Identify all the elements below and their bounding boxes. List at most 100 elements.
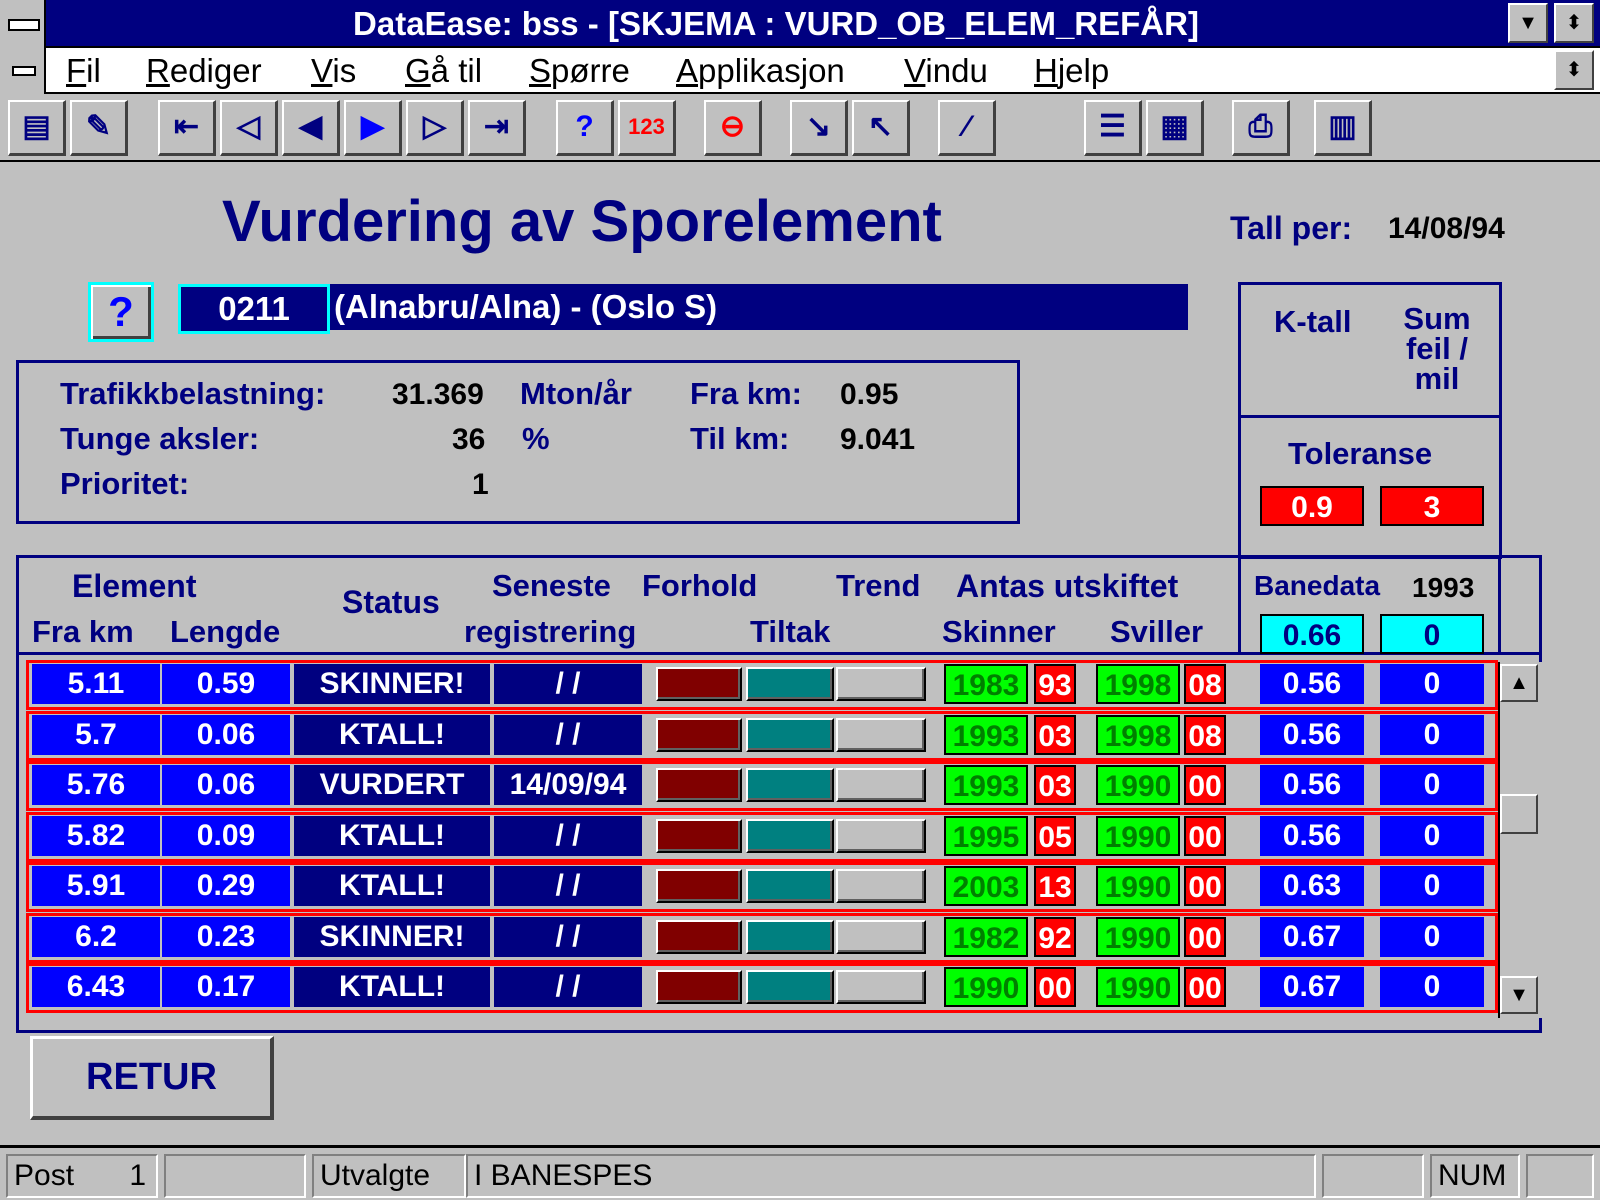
document-system-menu-icon[interactable] — [0, 48, 46, 94]
new-form-icon[interactable]: ▤ — [8, 100, 66, 156]
help-lookup-button[interactable]: ? — [88, 282, 154, 342]
row-registrering[interactable]: / / — [494, 967, 642, 1007]
row-registrering[interactable]: / / — [494, 714, 642, 755]
tiltak-button[interactable] — [836, 818, 926, 853]
row-registrering[interactable]: / / — [494, 815, 642, 856]
row-fra-km[interactable]: 5.76 — [32, 765, 160, 805]
next-page-icon[interactable]: ▷ — [406, 100, 464, 156]
system-menu-icon[interactable] — [0, 0, 46, 48]
row-lengde[interactable]: 0.09 — [162, 815, 290, 856]
trend-button[interactable] — [746, 869, 834, 903]
forhold-button[interactable] — [656, 970, 742, 1004]
design-icon[interactable]: ✎ — [70, 100, 128, 156]
status-empty-1 — [164, 1154, 306, 1198]
row-lengde[interactable]: 0.06 — [162, 765, 290, 805]
menu-rediger[interactable]: Rediger — [146, 48, 262, 94]
row-status: KTALL! — [294, 815, 490, 856]
scroll-up-button[interactable]: ▲ — [1500, 664, 1538, 702]
to-km-label: Til km: — [690, 421, 790, 456]
row-fra-km[interactable]: 5.11 — [32, 664, 160, 704]
search-icon[interactable]: ⊖ — [704, 100, 762, 156]
menu-hjelp[interactable]: Hjelp — [1034, 48, 1109, 94]
traffic-value: 31.369 — [392, 378, 484, 411]
tall-per-label: Tall per: — [1230, 210, 1353, 246]
tiltak-button[interactable] — [836, 919, 926, 954]
tiltak-button[interactable] — [836, 970, 926, 1004]
forhold-button[interactable] — [656, 717, 742, 752]
header-skinner: Skinner — [942, 614, 1056, 649]
row-lengde[interactable]: 0.06 — [162, 714, 290, 755]
export-icon[interactable]: ↖ — [852, 100, 910, 156]
row-fra-km[interactable]: 6.2 — [32, 916, 160, 957]
row-sum-feil: 0 — [1380, 815, 1484, 856]
skinner-year: 1995 — [944, 815, 1028, 856]
sviller-year: 1998 — [1096, 714, 1180, 755]
header-forhold: Forhold — [642, 568, 758, 603]
forhold-button[interactable] — [656, 768, 742, 802]
row-status: KTALL! — [294, 714, 490, 755]
row-fra-km[interactable]: 6.43 — [32, 967, 160, 1007]
table-view-icon[interactable]: ▦ — [1146, 100, 1204, 156]
row-lengde[interactable]: 0.59 — [162, 664, 290, 704]
menu-ga-til[interactable]: Gå til — [405, 48, 482, 94]
forhold-button[interactable] — [656, 919, 742, 954]
toleranse-sum-value: 3 — [1380, 486, 1484, 526]
row-registrering[interactable]: / / — [494, 866, 642, 906]
row-fra-km[interactable]: 5.7 — [32, 714, 160, 755]
row-lengde[interactable]: 0.29 — [162, 866, 290, 906]
retur-button[interactable]: RETUR — [30, 1036, 274, 1120]
trend-button[interactable] — [746, 768, 834, 802]
row-registrering[interactable]: / / — [494, 916, 642, 957]
menu-sporre[interactable]: Spørre — [529, 48, 630, 94]
row-registrering[interactable]: / / — [494, 664, 642, 704]
from-km-value: 0.95 — [840, 378, 899, 411]
rows-scrollbar[interactable] — [1498, 662, 1542, 1018]
trend-button[interactable] — [746, 818, 834, 853]
forhold-button[interactable] — [656, 869, 742, 903]
trend-button[interactable] — [746, 667, 834, 701]
import-icon[interactable]: ↘ — [790, 100, 848, 156]
trend-button[interactable] — [746, 717, 834, 752]
scroll-down-button[interactable]: ▼ — [1500, 976, 1538, 1014]
tiltak-button[interactable] — [836, 667, 926, 701]
tiltak-button[interactable] — [836, 869, 926, 903]
form-view-icon[interactable]: ☰ — [1084, 100, 1142, 156]
print-icon[interactable]: ⎙ — [1232, 100, 1290, 156]
prev-record-icon[interactable]: ◀ — [282, 100, 340, 156]
trend-button[interactable] — [746, 919, 834, 954]
row-lengde[interactable]: 0.23 — [162, 916, 290, 957]
header-sviller: Sviller — [1110, 614, 1204, 649]
chart-icon[interactable]: ▥ — [1314, 100, 1372, 156]
menu-fil[interactable]: Fil — [66, 48, 101, 94]
row-lengde[interactable]: 0.17 — [162, 967, 290, 1007]
row-fra-km[interactable]: 5.82 — [32, 815, 160, 856]
menu-applikasjon[interactable]: Applikasjon — [676, 48, 845, 94]
edit-icon[interactable]: ⁄ — [938, 100, 996, 156]
forhold-button[interactable] — [656, 667, 742, 701]
menu-vindu[interactable]: Vindu — [904, 48, 988, 94]
tiltak-button[interactable] — [836, 768, 926, 802]
document-restore-button[interactable]: ⬍ — [1554, 50, 1594, 90]
status-utvalgte: Utvalgte — [312, 1154, 466, 1198]
help-query-icon[interactable]: ? — [556, 100, 614, 156]
minimize-button[interactable]: ▼ — [1508, 3, 1548, 43]
sort-icon[interactable]: 123 — [618, 100, 676, 156]
first-record-icon[interactable]: ⇤ — [158, 100, 216, 156]
menu-vis[interactable]: Vis — [311, 48, 356, 94]
forhold-button[interactable] — [656, 818, 742, 853]
status-empty-3 — [1526, 1154, 1594, 1198]
row-ktall: 0.56 — [1260, 664, 1364, 704]
restore-button[interactable]: ⬍ — [1554, 3, 1594, 43]
next-record-icon[interactable]: ▶ — [344, 100, 402, 156]
scroll-thumb[interactable] — [1500, 794, 1538, 834]
row-fra-km[interactable]: 5.91 — [32, 866, 160, 906]
route-code-field[interactable]: 0211 — [178, 284, 330, 334]
header-trend: Trend — [836, 568, 921, 603]
row-sum-feil: 0 — [1380, 916, 1484, 957]
trend-button[interactable] — [746, 970, 834, 1004]
prev-page-icon[interactable]: ◁ — [220, 100, 278, 156]
menu-bar: Fil Rediger Vis Gå til Spørre Applikasjo… — [0, 48, 1600, 94]
tiltak-button[interactable] — [836, 717, 926, 752]
last-record-icon[interactable]: ⇥ — [468, 100, 526, 156]
row-registrering[interactable]: 14/09/94 — [494, 765, 642, 805]
